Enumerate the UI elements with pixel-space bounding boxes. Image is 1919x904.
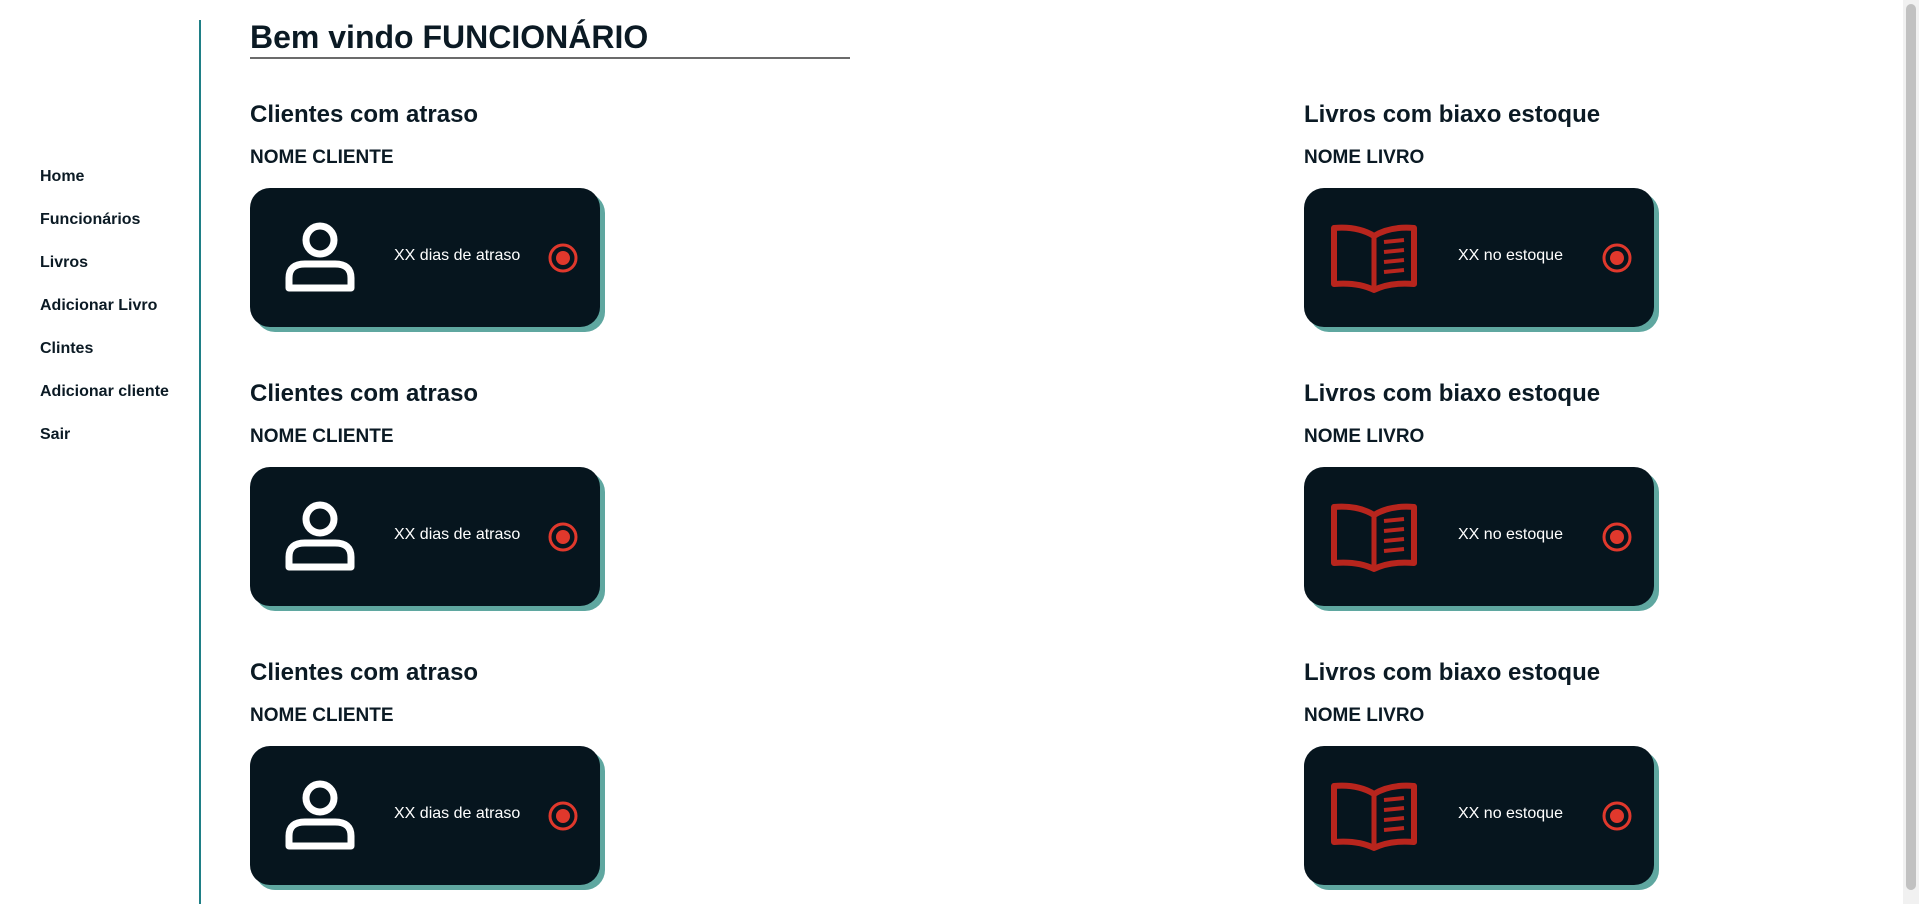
stock-info: XX no estoque	[1458, 805, 1563, 822]
page-title: Bem vindo FUNCIONÁRIO	[250, 19, 850, 59]
delay-info: XX dias de atraso	[394, 805, 521, 822]
book-icon	[1328, 501, 1420, 573]
book-icon	[1328, 222, 1420, 294]
section-title: Clientes com atraso	[250, 101, 479, 128]
book-icon	[1328, 780, 1420, 852]
book-card[interactable]: XX no estoque	[1304, 188, 1654, 327]
stock-info: XX no estoque	[1458, 526, 1563, 543]
book-name: NOME LIVRO	[1304, 426, 1425, 447]
user-icon	[283, 780, 357, 852]
alert-radio-icon[interactable]	[1602, 243, 1632, 273]
sidebar-item-livros[interactable]: Livros	[40, 254, 169, 297]
client-name: NOME CLIENTE	[250, 705, 394, 726]
sidebar-nav: Home Funcionários Livros Adicionar Livro…	[40, 168, 169, 469]
sidebar-divider	[199, 20, 201, 904]
section-title: Livros com biaxo estoque	[1304, 659, 1601, 686]
delay-info: XX dias de atraso	[394, 247, 521, 264]
sidebar-item-adicionar-livro[interactable]: Adicionar Livro	[40, 297, 169, 340]
user-icon	[283, 222, 357, 294]
alert-radio-icon[interactable]	[548, 522, 578, 552]
alert-radio-icon[interactable]	[548, 801, 578, 831]
sidebar-item-clientes[interactable]: Clintes	[40, 340, 169, 383]
section-title: Livros com biaxo estoque	[1304, 380, 1601, 407]
book-name: NOME LIVRO	[1304, 147, 1425, 168]
book-name: NOME LIVRO	[1304, 705, 1425, 726]
vertical-scrollbar[interactable]	[1903, 0, 1919, 904]
section-title: Clientes com atraso	[250, 380, 479, 407]
alert-radio-icon[interactable]	[548, 243, 578, 273]
client-name: NOME CLIENTE	[250, 147, 394, 168]
sidebar: Home Funcionários Livros Adicionar Livro…	[0, 0, 200, 904]
sidebar-item-adicionar-cliente[interactable]: Adicionar cliente	[40, 383, 169, 426]
section-title: Clientes com atraso	[250, 659, 479, 686]
client-card[interactable]: XX dias de atraso	[250, 467, 600, 606]
delay-info: XX dias de atraso	[394, 526, 521, 543]
client-name: NOME CLIENTE	[250, 426, 394, 447]
user-icon	[283, 501, 357, 573]
client-card[interactable]: XX dias de atraso	[250, 188, 600, 327]
client-card[interactable]: XX dias de atraso	[250, 746, 600, 885]
alert-radio-icon[interactable]	[1602, 522, 1632, 552]
stock-info: XX no estoque	[1458, 247, 1563, 264]
alert-radio-icon[interactable]	[1602, 801, 1632, 831]
sidebar-item-home[interactable]: Home	[40, 168, 169, 211]
section-title: Livros com biaxo estoque	[1304, 101, 1601, 128]
book-card[interactable]: XX no estoque	[1304, 467, 1654, 606]
main-content: Bem vindo FUNCIONÁRIO Clientes com atras…	[250, 0, 1880, 904]
scrollbar-thumb[interactable]	[1906, 4, 1916, 890]
sidebar-item-funcionarios[interactable]: Funcionários	[40, 211, 169, 254]
book-card[interactable]: XX no estoque	[1304, 746, 1654, 885]
sidebar-item-sair[interactable]: Sair	[40, 426, 169, 469]
